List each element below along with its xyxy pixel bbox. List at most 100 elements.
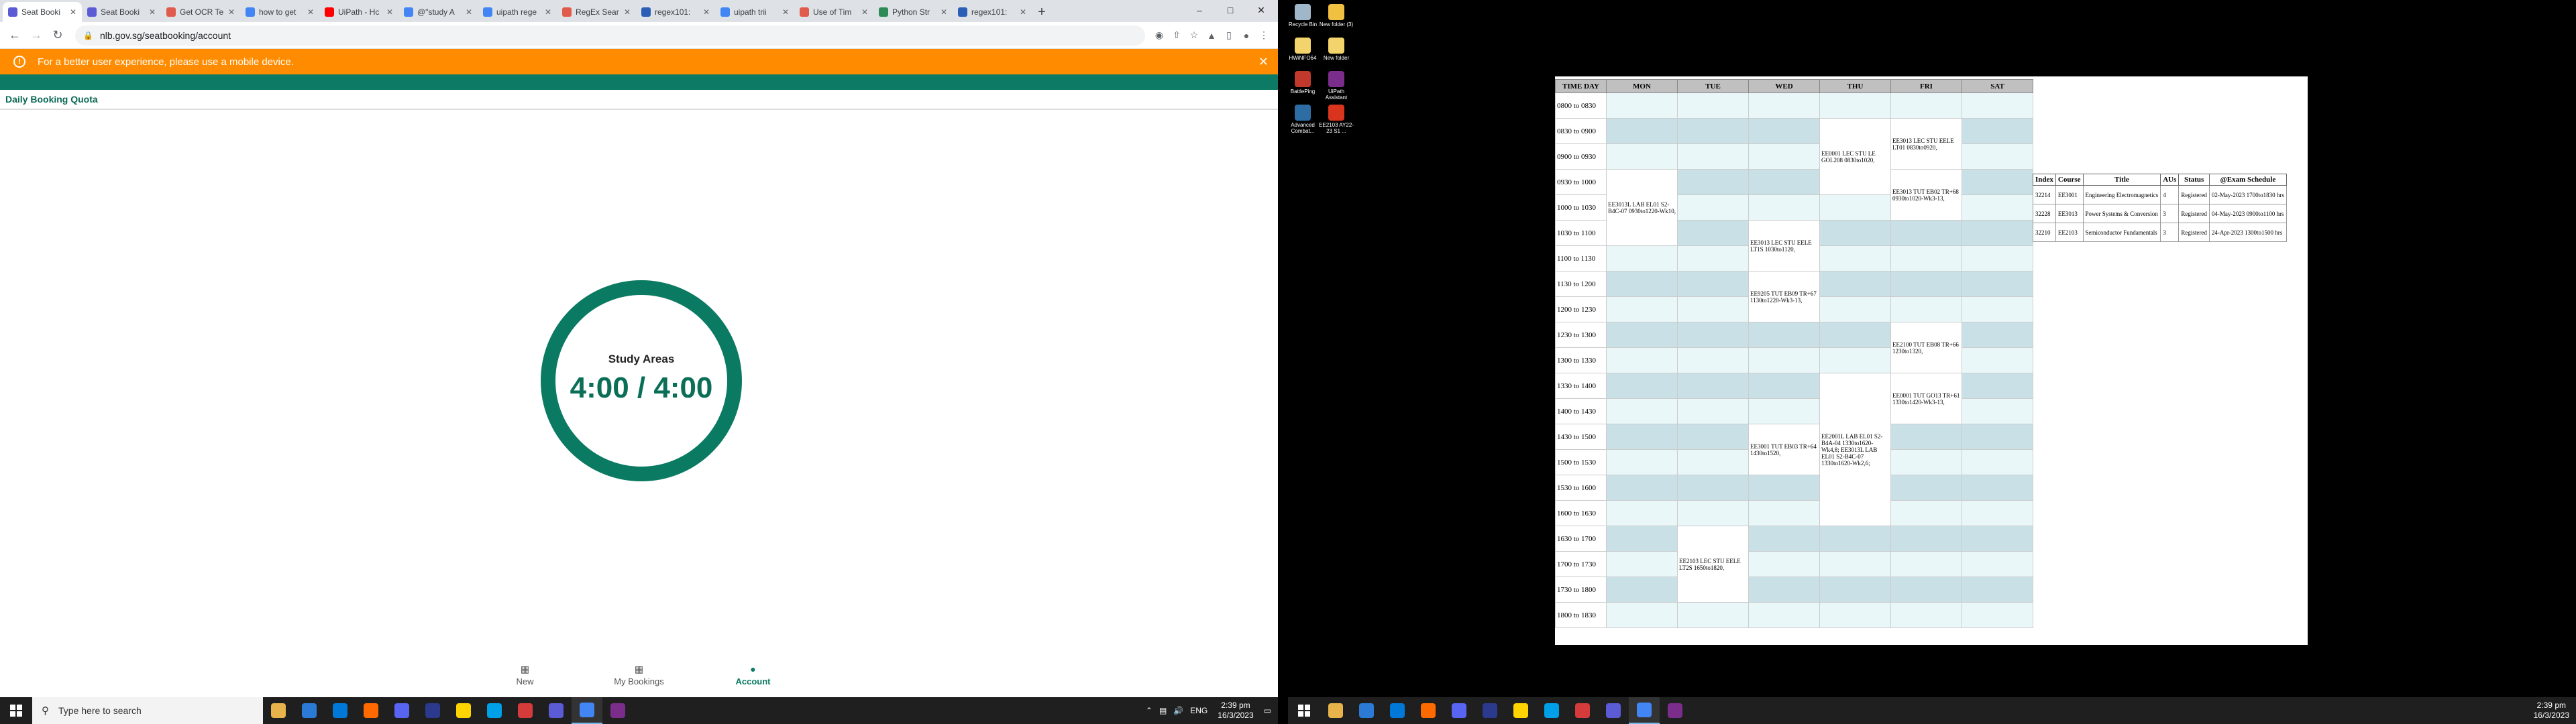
sidebar-icon[interactable]: ▯: [1220, 27, 1238, 44]
clock-secondary[interactable]: 2:39 pm 16/3/2023: [2534, 701, 2569, 721]
lang-indicator[interactable]: ENG: [1190, 706, 1208, 715]
taskbar-app[interactable]: [1629, 697, 1660, 724]
tab-close-icon[interactable]: ✕: [70, 7, 76, 17]
desktop-icon[interactable]: New folder: [1319, 38, 1354, 61]
desktop-icon[interactable]: UiPath Assistant: [1319, 71, 1354, 101]
desktop-icon[interactable]: EE2103 AY22-23 S1 ...: [1319, 105, 1354, 134]
timetable-cell: [1606, 245, 1678, 272]
network-icon[interactable]: ▤: [1159, 706, 1167, 715]
share-icon[interactable]: ⇧: [1168, 27, 1185, 44]
time-slot-label: 0830 to 0900: [1555, 118, 1607, 144]
taskbar-app[interactable]: [356, 697, 386, 724]
tab-close-icon[interactable]: ✕: [228, 7, 235, 17]
table-cell: 32228: [2033, 204, 2056, 223]
browser-tab[interactable]: Seat Booki ✕: [82, 2, 161, 22]
back-icon[interactable]: ←: [5, 26, 24, 45]
taskbar-app[interactable]: [1413, 697, 1444, 724]
clock[interactable]: 2:39 pm 16/3/2023: [1218, 701, 1253, 721]
start-button[interactable]: [0, 697, 32, 724]
app-icon: [1575, 703, 1590, 718]
taskbar-app[interactable]: [572, 697, 602, 724]
browser-tab[interactable]: uipath rege ✕: [478, 2, 557, 22]
maximize-button[interactable]: □: [1215, 0, 1246, 20]
taskbar-app[interactable]: [448, 697, 479, 724]
notification-icon[interactable]: ▭: [1264, 706, 1271, 715]
browser-tab[interactable]: RegEx Sear ✕: [557, 2, 636, 22]
taskbar-search[interactable]: ⚲ Type here to search: [32, 697, 263, 724]
volume-icon[interactable]: 🔊: [1173, 706, 1183, 715]
desktop-icon[interactable]: Recycle Bin: [1285, 4, 1320, 27]
browser-tab[interactable]: @"study A ✕: [398, 2, 478, 22]
start-button-secondary[interactable]: [1288, 697, 1320, 724]
google-lens-icon[interactable]: ◉: [1150, 27, 1168, 44]
nav-account[interactable]: ● Account: [696, 664, 810, 694]
taskbar-app[interactable]: [1382, 697, 1413, 724]
close-button[interactable]: ✕: [1246, 0, 1277, 20]
taskbar-app[interactable]: [541, 697, 572, 724]
timetable-cell: [1748, 143, 1820, 170]
browser-tab[interactable]: UiPath - Hc ✕: [319, 2, 398, 22]
bookmark-star-icon[interactable]: ☆: [1185, 27, 1203, 44]
browser-tab[interactable]: Python Str ✕: [873, 2, 953, 22]
forward-icon[interactable]: →: [27, 26, 46, 45]
chrome-icon: [1637, 703, 1652, 717]
divider: [0, 109, 1278, 110]
chevron-up-icon[interactable]: ⌃: [1146, 706, 1152, 715]
taskbar-app[interactable]: [1660, 697, 1690, 724]
taskbar-app[interactable]: [1320, 697, 1351, 724]
tab-close-icon[interactable]: ✕: [782, 7, 789, 17]
banner-close-icon[interactable]: ✕: [1258, 55, 1269, 69]
taskbar-app[interactable]: [1567, 697, 1598, 724]
taskbar-app[interactable]: [479, 697, 510, 724]
taskbar-app[interactable]: [417, 697, 448, 724]
taskbar-app[interactable]: [1598, 697, 1629, 724]
url-bar[interactable]: 🔒 nlb.gov.sg/seatbooking/account: [75, 25, 1145, 46]
menu-icon[interactable]: ⋮: [1255, 27, 1273, 44]
timetable-cell: [1890, 577, 1962, 603]
new-tab-button[interactable]: +: [1032, 2, 1052, 22]
taskbar-app[interactable]: [1474, 697, 1505, 724]
taskbar-app[interactable]: [263, 697, 294, 724]
tab-close-icon[interactable]: ✕: [703, 7, 710, 17]
reload-icon[interactable]: ↻: [48, 26, 67, 45]
browser-tab[interactable]: regex101: ✕: [636, 2, 715, 22]
tab-close-icon[interactable]: ✕: [307, 7, 314, 17]
timetable-cell: [1962, 475, 2033, 501]
taskbar-app[interactable]: [1351, 697, 1382, 724]
taskbar-app[interactable]: [294, 697, 325, 724]
desktop-icon[interactable]: New folder (3): [1319, 4, 1354, 27]
app-icon: [518, 703, 533, 718]
tab-close-icon[interactable]: ✕: [466, 7, 472, 17]
tab-close-icon[interactable]: ✕: [1020, 7, 1026, 17]
desktop-icon[interactable]: BattlePing: [1285, 71, 1320, 95]
taskbar-app[interactable]: [325, 697, 356, 724]
browser-tab[interactable]: uipath trii ✕: [715, 2, 794, 22]
tab-close-icon[interactable]: ✕: [149, 7, 156, 17]
tab-close-icon[interactable]: ✕: [941, 7, 947, 17]
timetable-cell: [1819, 220, 1891, 246]
taskbar-app[interactable]: [386, 697, 417, 724]
tab-close-icon[interactable]: ✕: [545, 7, 551, 17]
desktop-icon[interactable]: HWiNFO64: [1285, 38, 1320, 61]
taskbar-app[interactable]: [1505, 697, 1536, 724]
tab-close-icon[interactable]: ✕: [861, 7, 868, 17]
taskbar-app[interactable]: [602, 697, 633, 724]
browser-tab[interactable]: how to get ✕: [240, 2, 319, 22]
browser-tab[interactable]: Seat Booki ✕: [3, 2, 82, 22]
profile-icon[interactable]: ●: [1238, 27, 1255, 44]
browser-tab[interactable]: Use of Tim ✕: [794, 2, 873, 22]
tab-close-icon[interactable]: ✕: [624, 7, 631, 17]
nav-new[interactable]: ▦ New: [468, 664, 582, 694]
browser-tab[interactable]: Get OCR Te ✕: [161, 2, 240, 22]
minimize-button[interactable]: –: [1184, 0, 1215, 20]
taskbar-app[interactable]: [1444, 697, 1474, 724]
taskbar-app[interactable]: [510, 697, 541, 724]
extensions-icon[interactable]: ▲: [1203, 27, 1220, 44]
tab-title: @"study A: [417, 7, 455, 17]
timetable-cell: [1962, 322, 2033, 348]
browser-tab[interactable]: regex101: ✕: [953, 2, 1032, 22]
tab-close-icon[interactable]: ✕: [386, 7, 393, 17]
taskbar-app[interactable]: [1536, 697, 1567, 724]
desktop-icon[interactable]: Advanced Combat...: [1285, 105, 1320, 134]
nav-my-bookings[interactable]: ▦ My Bookings: [582, 664, 696, 694]
